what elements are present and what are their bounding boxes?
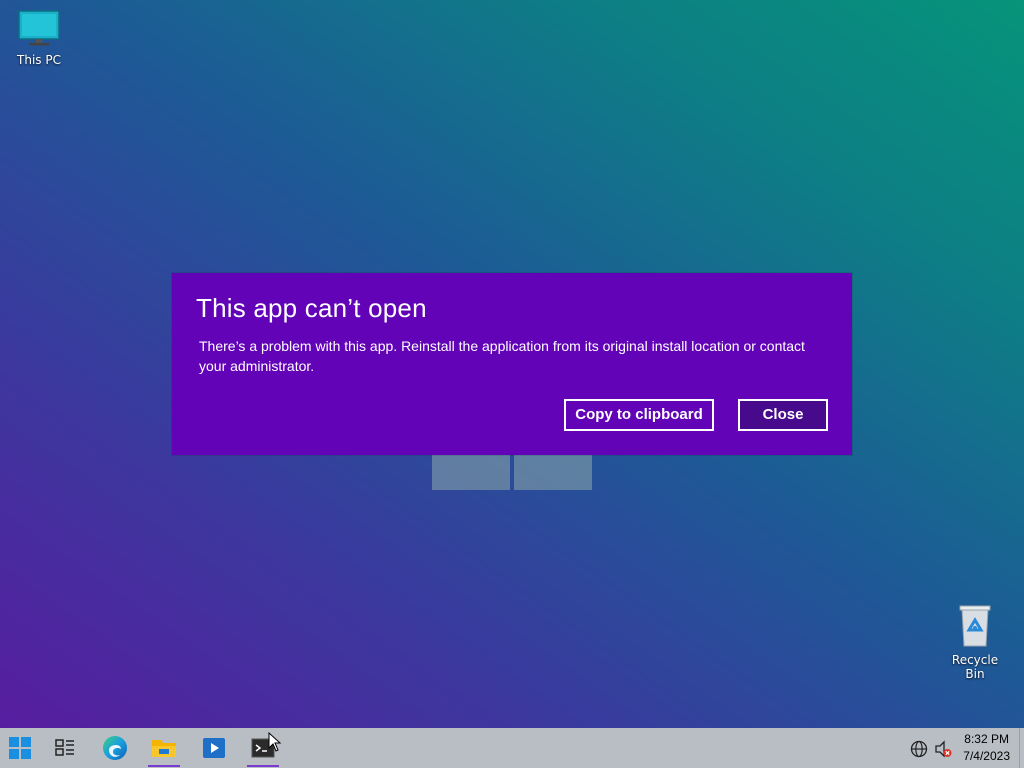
desktop-icon-label: This PC — [17, 53, 61, 67]
start-icon — [9, 737, 31, 759]
app-cant-open-dialog: This app can’t open There’s a problem wi… — [172, 273, 852, 455]
taskbar-edge[interactable] — [95, 728, 135, 768]
show-desktop-button[interactable] — [1019, 728, 1024, 768]
taskbar-clock[interactable]: 8:32 PM 7/4/2023 — [963, 731, 1010, 765]
monitor-icon — [18, 10, 60, 46]
copy-to-clipboard-button[interactable]: Copy to clipboard — [564, 399, 714, 431]
desktop-icon-label: Recycle Bin — [951, 653, 999, 681]
background-tile — [432, 452, 510, 490]
desktop-icon-this-pc[interactable]: This PC — [9, 8, 69, 67]
task-view-button[interactable] — [45, 728, 85, 768]
edge-icon — [103, 736, 127, 760]
close-button[interactable]: Close — [738, 399, 828, 431]
start-button[interactable] — [0, 728, 40, 768]
recycle-bin-icon — [959, 605, 991, 647]
task-view-icon — [55, 739, 74, 756]
desktop-icon-recycle-bin[interactable]: Recycle Bin — [944, 604, 1006, 681]
file-explorer-icon — [152, 740, 176, 757]
network-globe-icon[interactable] — [910, 740, 928, 758]
media-player-icon — [203, 738, 225, 758]
clock-time: 8:32 PM — [964, 732, 1009, 746]
volume-muted-icon[interactable] — [934, 740, 952, 758]
clock-date: 7/4/2023 — [963, 749, 1010, 763]
taskbar-file-explorer[interactable] — [144, 728, 184, 768]
taskbar-media-player[interactable] — [194, 728, 234, 768]
taskbar: 8:32 PM 7/4/2023 — [0, 728, 1024, 768]
dialog-message: There’s a problem with this app. Reinsta… — [199, 338, 805, 374]
dialog-title: This app can’t open — [196, 293, 427, 323]
background-tile — [514, 452, 592, 490]
mouse-cursor-icon — [268, 732, 282, 752]
